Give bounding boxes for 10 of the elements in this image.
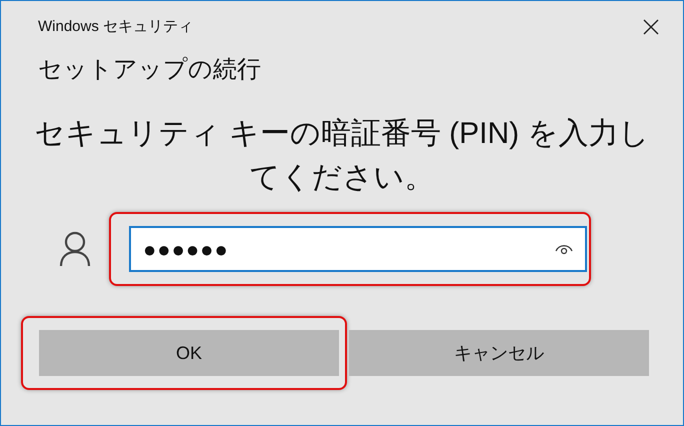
dialog-heading: セットアップの続行 (37, 55, 262, 85)
pin-value: ●●●●●● (143, 236, 230, 264)
dialog-button[interactable]: OK (39, 330, 339, 376)
dialog-button[interactable]: キャンセル (349, 330, 649, 376)
instruction-text: セキュリティ キーの暗証番号 (PIN) を入力してください。 (34, 116, 650, 196)
pin-field[interactable]: ●●●●●● (129, 226, 587, 272)
user-icon (59, 231, 91, 267)
close-icon (643, 19, 659, 35)
eye-icon[interactable] (555, 243, 573, 255)
window-title: Windows セキュリティ (38, 16, 194, 37)
